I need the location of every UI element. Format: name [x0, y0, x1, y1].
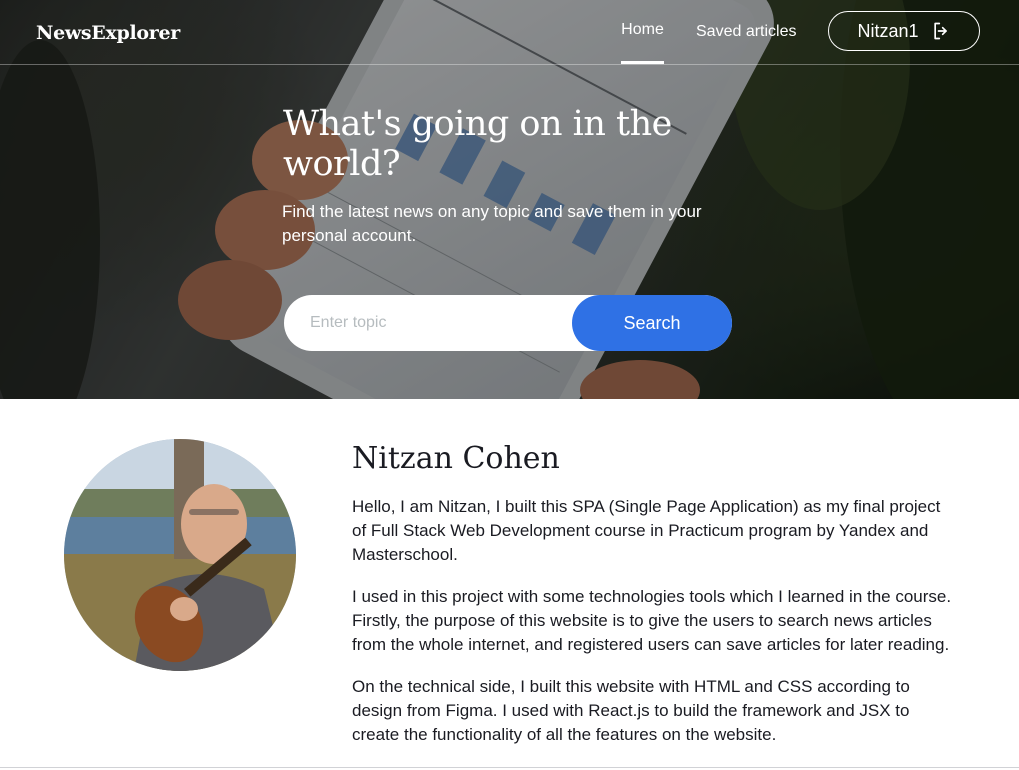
hero-title: What's going on in the world? [283, 104, 672, 184]
about-paragraph: I used in this project with some technol… [352, 587, 952, 654]
about-paragraph: Hello, I am Nitzan, I built this SPA (Si… [352, 497, 941, 564]
about-text: Hello, I am Nitzan, I built this SPA (Si… [352, 495, 952, 765]
about-paragraph: On the technical side, I built this webs… [352, 677, 910, 744]
logo[interactable]: NewsExplorer [36, 22, 180, 44]
nav-saved-articles-link[interactable]: Saved articles [696, 0, 797, 65]
nav-home-link[interactable]: Home [621, 0, 664, 65]
about-section: Nitzan Cohen Hello, I am Nitzan, I built… [0, 399, 1019, 770]
site-header: NewsExplorer Home Saved articles Nitzan1 [0, 0, 1019, 65]
divider [0, 767, 1019, 768]
user-name-label: Nitzan1 [857, 20, 919, 41]
author-photo [64, 439, 296, 671]
hero-subtitle: Find the latest news on any topic and sa… [282, 202, 702, 245]
search-form: Search [284, 295, 732, 351]
author-avatar [64, 439, 296, 671]
logout-icon [933, 22, 947, 40]
search-input[interactable] [284, 295, 574, 351]
author-name: Nitzan Cohen [352, 441, 560, 476]
user-logout-button[interactable]: Nitzan1 [828, 11, 980, 51]
hero-section: NewsExplorer Home Saved articles Nitzan1… [0, 0, 1019, 399]
search-button[interactable]: Search [572, 295, 732, 351]
